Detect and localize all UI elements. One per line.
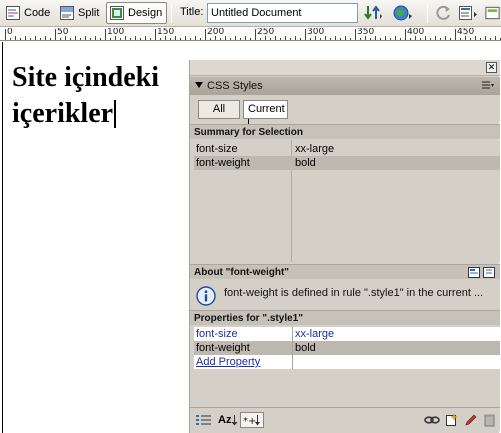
canvas-left-edge (2, 42, 3, 433)
summary-row[interactable]: font-size xx-large (194, 142, 500, 156)
column-divider (292, 327, 293, 341)
ruler-ticks (5, 29, 501, 40)
category-view-button[interactable] (196, 412, 212, 428)
css-styles-panel: ✕ CSS Styles All Current Summary for Sel… (189, 60, 500, 433)
show-information-icon[interactable] (468, 267, 480, 278)
ruler-label: 400 (407, 28, 425, 37)
view-options-button[interactable] (458, 3, 480, 23)
design-view-button[interactable]: Design (106, 2, 168, 24)
title-input[interactable] (207, 3, 358, 23)
attach-stylesheet-icon (424, 416, 440, 424)
column-divider (292, 341, 293, 355)
add-property-link[interactable]: Add Property (196, 355, 260, 369)
code-view-icon (6, 6, 20, 20)
title-label: Title: (180, 6, 204, 18)
property-row-selected[interactable]: font-weight bold (194, 341, 500, 355)
split-view-icon (60, 6, 74, 20)
summary-value: xx-large (295, 143, 335, 155)
text-cursor (114, 100, 117, 128)
document-heading[interactable]: Site içindeki içerikler (12, 60, 192, 132)
alphabetical-view-button[interactable]: Az (218, 412, 238, 428)
toolbar-divider (427, 4, 428, 23)
delete-css-rule-button[interactable] (483, 412, 496, 428)
summary-value: bold (295, 157, 316, 169)
preview-browser-icon (393, 5, 412, 21)
panel-options-menu-icon[interactable] (482, 80, 494, 91)
document-heading-text: Site içindeki içerikler (12, 62, 160, 129)
panel-bottom-bar: Az *+ (190, 407, 500, 431)
ruler-label: 450 (457, 28, 475, 37)
add-property-row[interactable]: Add Property (194, 355, 500, 369)
about-section-header: About "font-weight" (190, 264, 500, 279)
category-view-icon (196, 415, 211, 425)
panel-tabs: All Current (190, 95, 500, 130)
properties-grid: font-size xx-large font-weight bold Add … (190, 325, 500, 411)
alphabetical-view-label: Az (218, 414, 232, 426)
visual-aids-icon (485, 6, 500, 20)
summary-property: font-size (196, 143, 238, 155)
new-css-rule-icon (446, 413, 458, 426)
collapse-triangle-icon[interactable] (195, 82, 203, 88)
property-value[interactable]: bold (295, 341, 316, 355)
ruler-label: 100 (107, 28, 125, 37)
preview-browser-button[interactable] (392, 3, 414, 23)
about-header-text: About "font-weight" (194, 267, 290, 278)
visual-aids-button[interactable] (484, 3, 501, 23)
ruler-label: 350 (357, 28, 375, 37)
design-view-icon (110, 6, 124, 20)
panel-group-header: ✕ (190, 60, 500, 76)
file-management-icon (364, 5, 382, 20)
summary-section-header: Summary for Selection (190, 124, 500, 139)
property-name: font-size (196, 328, 238, 340)
view-options-icon (459, 6, 477, 20)
close-icon[interactable]: ✕ (486, 62, 497, 73)
ruler-label: 50 (57, 28, 69, 37)
set-properties-view-button[interactable]: *+ (240, 412, 264, 428)
about-info-box: font-weight is defined in rule ".style1"… (190, 279, 500, 314)
ruler-label: 150 (157, 28, 175, 37)
property-row[interactable]: font-size xx-large (194, 327, 500, 341)
design-view-label: Design (128, 7, 163, 19)
summary-property: font-weight (196, 157, 250, 169)
toolbar-divider (171, 4, 172, 23)
ruler-label: 300 (307, 28, 325, 37)
summary-grid: font-size xx-large font-weight bold (194, 140, 500, 262)
about-description: font-weight is defined in rule ".style1"… (224, 287, 484, 299)
file-management-button[interactable] (362, 3, 384, 23)
code-view-label: Code (24, 7, 51, 19)
show-cascade-icon[interactable] (483, 267, 495, 278)
property-name: font-weight (196, 342, 250, 354)
refresh-icon (436, 5, 450, 20)
column-divider (292, 355, 293, 369)
tab-all[interactable]: All (198, 100, 240, 119)
property-value[interactable]: xx-large (295, 327, 334, 341)
properties-section-header: Properties for ".style1" (190, 310, 500, 325)
info-icon (196, 286, 216, 306)
new-css-rule-button[interactable] (445, 412, 459, 428)
ruler-label: 250 (257, 28, 275, 37)
attach-stylesheet-button[interactable] (424, 412, 440, 428)
tab-all-label: All (212, 103, 226, 115)
edit-style-button[interactable] (464, 412, 478, 428)
tab-current-label: Current (248, 103, 285, 115)
sort-arrow-icon (231, 415, 238, 426)
summary-row-selected[interactable]: font-weight bold (194, 156, 500, 170)
panel-title-bar[interactable]: CSS Styles (190, 77, 500, 95)
ruler-label: 200 (207, 28, 225, 37)
split-view-label: Split (78, 7, 100, 19)
set-properties-view-icon: *+ (243, 415, 260, 426)
horizontal-ruler: 0 50 100 150 200 250 300 350 400 450 (0, 28, 501, 41)
split-view-button[interactable]: Split (56, 2, 104, 24)
panel-title: CSS Styles (207, 80, 263, 92)
delete-css-rule-icon (484, 414, 495, 427)
code-view-button[interactable]: Code (2, 2, 55, 24)
edit-style-icon (465, 414, 477, 426)
document-toolbar: Code Split Design Title: (0, 0, 501, 27)
refresh-button[interactable] (433, 3, 455, 23)
svg-text:*+: *+ (243, 416, 256, 426)
tab-current[interactable]: Current (243, 100, 288, 130)
ruler-label: 0 (7, 28, 13, 37)
